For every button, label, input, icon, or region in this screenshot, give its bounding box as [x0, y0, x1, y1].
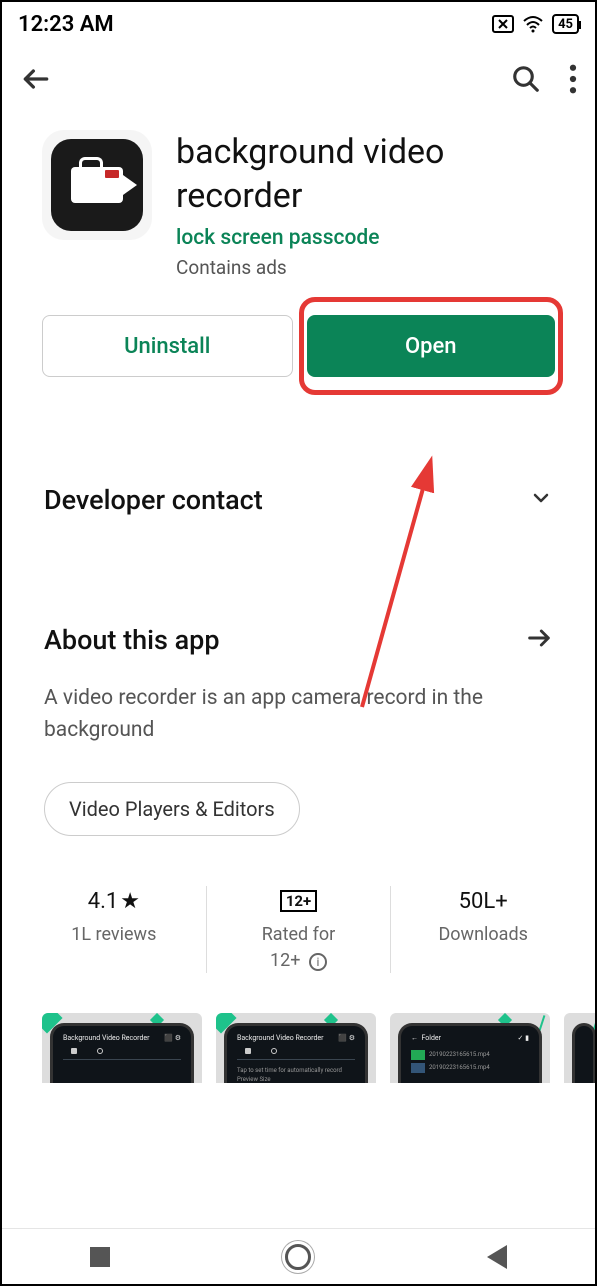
rating-stat[interactable]: 4.1 ★ 1L reviews: [22, 886, 206, 972]
age-label-1: Rated for: [262, 924, 336, 945]
battery-level: 45: [558, 17, 573, 32]
screenshot-2[interactable]: Background Video Recorder⬛ ⚙ Tap to set …: [216, 1013, 376, 1083]
star-icon: ★: [120, 889, 140, 914]
downloads-value: 50L+: [401, 886, 565, 916]
nav-back-icon[interactable]: [487, 1245, 507, 1269]
info-icon: i: [309, 953, 327, 971]
wifi-icon: [522, 15, 544, 33]
downloads-label: Downloads: [401, 922, 565, 947]
developer-contact-label: Developer contact: [44, 484, 263, 516]
status-time: 12:23 AM: [18, 12, 114, 37]
downloads-stat: 50L+ Downloads: [390, 886, 575, 972]
category-chip[interactable]: Video Players & Editors: [44, 782, 300, 836]
age-label-2: 12+: [270, 950, 300, 971]
action-buttons: Uninstall Open: [2, 279, 595, 377]
back-icon[interactable]: [20, 63, 52, 99]
more-icon[interactable]: [569, 64, 577, 98]
developer-contact-row[interactable]: Developer contact: [2, 465, 595, 535]
chevron-down-icon: [529, 486, 553, 514]
battery-icon: 45: [552, 14, 579, 34]
status-bar: 12:23 AM 45: [2, 2, 595, 46]
developer-link[interactable]: lock screen passcode: [176, 226, 555, 250]
about-label: About this app: [44, 624, 220, 656]
rating-label: 1L reviews: [32, 922, 196, 947]
screenshot-4[interactable]: [564, 1013, 595, 1083]
age-stat[interactable]: 12+ Rated for 12+ i: [206, 886, 391, 972]
search-icon[interactable]: [511, 64, 541, 98]
screenshot-3[interactable]: ← Folder✓ ▮ 20190223165615.mp4 201902231…: [390, 1013, 550, 1083]
status-icons: 45: [492, 14, 579, 34]
about-row[interactable]: About this app: [2, 615, 595, 665]
rating-value: 4.1: [88, 889, 119, 914]
uninstall-button[interactable]: Uninstall: [42, 315, 293, 377]
app-icon: [42, 130, 152, 240]
nav-home-icon[interactable]: [285, 1244, 311, 1270]
arrow-right-icon: [525, 624, 553, 656]
about-description: A video recorder is an app camera record…: [2, 665, 595, 746]
nav-recent-icon[interactable]: [90, 1247, 110, 1267]
age-badge: 12+: [280, 890, 317, 912]
screenshot-1[interactable]: Background Video Recorder⬛ ⚙: [42, 1013, 202, 1083]
open-button[interactable]: Open: [307, 315, 556, 377]
app-title: background video recorder: [176, 130, 555, 218]
ads-label: Contains ads: [176, 256, 555, 279]
close-box-icon: [492, 15, 514, 33]
screenshot-carousel[interactable]: Background Video Recorder⬛ ⚙ Background …: [2, 973, 595, 1083]
system-nav-bar: [2, 1228, 595, 1284]
app-toolbar: [2, 46, 595, 116]
stats-row: 4.1 ★ 1L reviews 12+ Rated for 12+ i 50L…: [2, 886, 595, 972]
app-header: background video recorder lock screen pa…: [2, 116, 595, 279]
